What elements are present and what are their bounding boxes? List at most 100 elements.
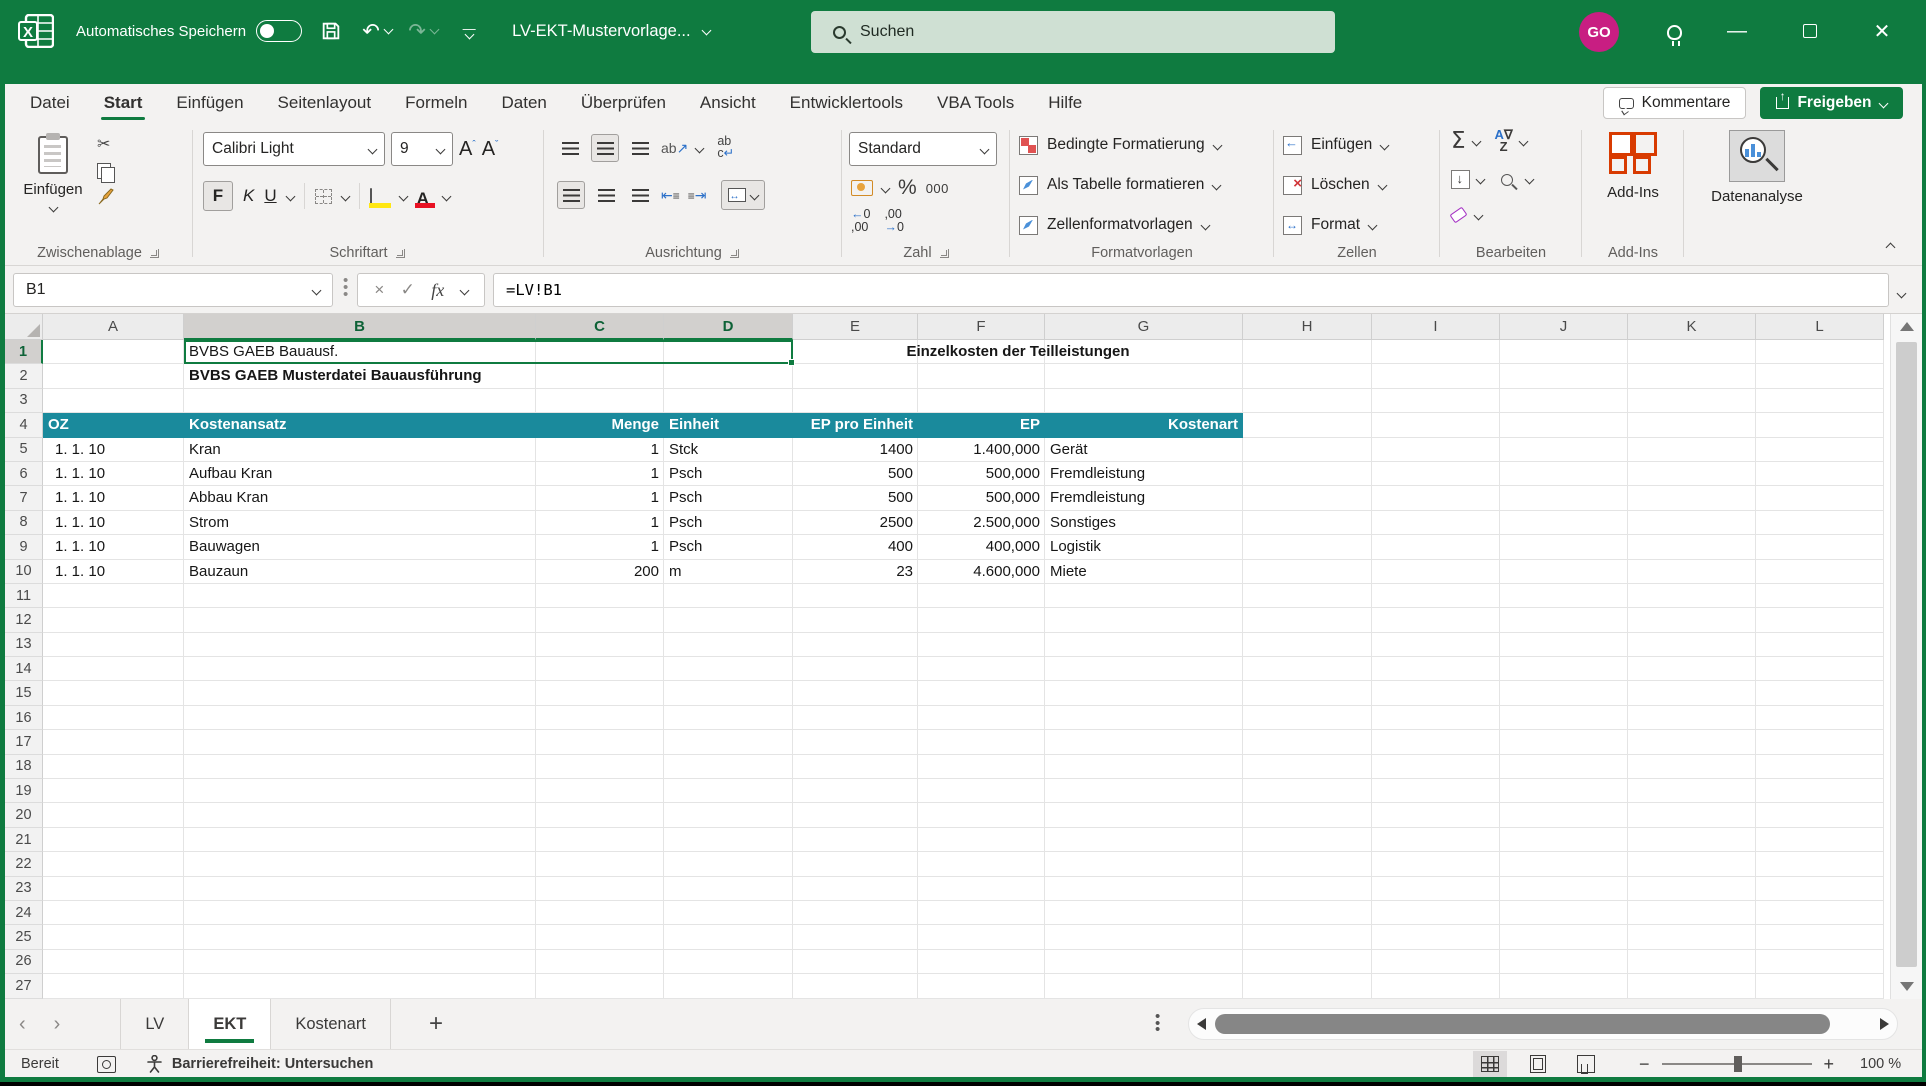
row-header-21[interactable]: 21 <box>5 827 43 853</box>
table-header-ep-pro-einheit[interactable]: EP pro Einheit <box>793 413 918 438</box>
row-header-20[interactable]: 20 <box>5 803 43 828</box>
table-cell-r7-D[interactable]: Psch <box>664 486 793 510</box>
currency-format-button[interactable] <box>851 180 873 196</box>
table-cell-r8-E[interactable]: 2500 <box>793 511 918 535</box>
autosave-toggle[interactable] <box>256 20 303 42</box>
bold-button[interactable]: F <box>203 181 233 211</box>
clear-button[interactable] <box>1449 206 1468 224</box>
table-cell-r5-E[interactable]: 1400 <box>793 438 918 462</box>
table-cell-r7-E[interactable]: 500 <box>793 486 918 510</box>
font-color-button[interactable]: A <box>414 189 435 208</box>
table-cell-r8-D[interactable]: Psch <box>664 511 793 535</box>
underline-chevron-icon[interactable] <box>285 191 296 201</box>
row-header-2[interactable]: 2 <box>5 364 43 389</box>
row-header-12[interactable]: 12 <box>5 608 43 633</box>
cell-e1-text[interactable]: Einzelkosten der Teilleistungen <box>793 340 1243 364</box>
page-break-view-button[interactable] <box>1569 1051 1603 1077</box>
menu-item-einfügen[interactable]: Einfügen <box>159 84 260 122</box>
scroll-right-icon[interactable] <box>1880 1018 1889 1030</box>
row-header-23[interactable]: 23 <box>5 876 43 901</box>
table-cell-r9-F[interactable]: 400,000 <box>918 535 1045 559</box>
active-cell-selection[interactable] <box>184 340 795 367</box>
fill-handle[interactable] <box>788 359 795 367</box>
table-cell-r7-C[interactable]: 1 <box>536 486 664 510</box>
row-header-17[interactable]: 17 <box>5 730 43 755</box>
font-dialog-launcher[interactable] <box>395 248 405 258</box>
lightbulb-icon[interactable] <box>1656 14 1692 50</box>
undo-chevron-icon[interactable] <box>383 24 394 34</box>
sheet-tab-ekt[interactable]: EKT <box>189 999 272 1049</box>
add-sheet-button[interactable]: + <box>429 1010 443 1038</box>
table-header-menge[interactable]: Menge <box>536 413 664 438</box>
decrease-indent-button[interactable]: ⇤≡ <box>661 187 680 204</box>
row-header-5[interactable]: 5 <box>5 437 43 462</box>
orientation-button[interactable]: ab↗ <box>661 140 688 157</box>
column-header-G[interactable]: G <box>1045 314 1243 340</box>
enter-formula-button[interactable]: ✓ <box>401 280 415 300</box>
orientation-chevron-icon[interactable] <box>694 143 705 153</box>
format-cells-button[interactable]: Format <box>1283 206 1378 244</box>
zoom-slider-handle[interactable] <box>1733 1056 1742 1072</box>
ribbon-collapse-button[interactable] <box>1885 238 1896 255</box>
clear-chevron-icon[interactable] <box>1473 210 1484 220</box>
align-bottom-button[interactable] <box>627 135 653 161</box>
fill-button[interactable] <box>1451 170 1470 189</box>
excel-app-icon[interactable]: X <box>18 14 54 48</box>
font-size-select[interactable]: 9 <box>391 132 453 166</box>
undo-button[interactable]: ↶ <box>360 14 394 48</box>
table-cell-r5-A[interactable]: 1. 1. 10 <box>43 438 184 462</box>
autosum-chevron-icon[interactable] <box>1471 136 1481 146</box>
table-cell-r5-F[interactable]: 1.400,000 <box>918 438 1045 462</box>
column-header-K[interactable]: K <box>1628 314 1756 340</box>
align-middle-button[interactable] <box>591 134 619 162</box>
row-header-11[interactable]: 11 <box>5 583 43 609</box>
close-button[interactable]: ✕ <box>1859 10 1905 52</box>
data-analysis-label[interactable]: Datenanalyse <box>1687 188 1827 205</box>
zoom-level[interactable]: 100 % <box>1860 1056 1901 1072</box>
name-box[interactable]: B1 <box>13 273 333 307</box>
table-cell-r5-D[interactable]: Stck <box>664 438 793 462</box>
align-top-button[interactable] <box>557 135 583 161</box>
data-analysis-button[interactable] <box>1729 130 1785 182</box>
table-cell-r9-E[interactable]: 400 <box>793 535 918 559</box>
sort-filter-chevron-icon[interactable] <box>1518 136 1529 146</box>
table-cell-r9-D[interactable]: Psch <box>664 535 793 559</box>
row-header-15[interactable]: 15 <box>5 681 43 706</box>
comments-button[interactable]: Kommentare <box>1603 87 1746 119</box>
page-layout-view-button[interactable] <box>1521 1051 1555 1077</box>
copy-button[interactable] <box>97 163 115 183</box>
table-cell-r6-A[interactable]: 1. 1. 10 <box>43 462 184 486</box>
row-header-18[interactable]: 18 <box>5 754 43 780</box>
fx-chevron-icon[interactable] <box>459 285 470 295</box>
table-cell-r6-D[interactable]: Psch <box>664 462 793 486</box>
select-all-corner[interactable] <box>5 314 43 340</box>
menu-item-hilfe[interactable]: Hilfe <box>1031 84 1099 122</box>
vertical-scroll-thumb[interactable] <box>1896 342 1917 967</box>
search-input[interactable]: Suchen <box>811 11 1335 53</box>
menu-item-daten[interactable]: Daten <box>484 84 563 122</box>
align-right-button[interactable] <box>627 182 653 208</box>
cancel-formula-button[interactable]: × <box>374 280 384 300</box>
table-cell-r5-C[interactable]: 1 <box>536 438 664 462</box>
thousands-format-button[interactable]: 000 <box>926 181 949 196</box>
decrease-decimal-button[interactable]: ,00 →0 <box>884 207 903 234</box>
table-cell-r6-F[interactable]: 500,000 <box>918 462 1045 486</box>
table-cell-r9-C[interactable]: 1 <box>536 535 664 559</box>
column-header-L[interactable]: L <box>1756 314 1884 340</box>
table-cell-r5-B[interactable]: Kran <box>184 438 536 462</box>
table-cell-r7-F[interactable]: 500,000 <box>918 486 1045 510</box>
table-cell-r7-B[interactable]: Abbau Kran <box>184 486 536 510</box>
increase-indent-button[interactable]: ≡⇥ <box>688 187 707 204</box>
column-header-D[interactable]: D <box>664 314 793 340</box>
table-cell-r10-D[interactable]: m <box>664 560 793 584</box>
number-dialog-launcher[interactable] <box>939 248 949 258</box>
menu-item-seitenlayout[interactable]: Seitenlayout <box>261 84 389 122</box>
menu-item-überprüfen[interactable]: Überprüfen <box>564 84 683 122</box>
format-painter-button[interactable] <box>97 188 115 206</box>
formula-input[interactable]: =LV!B1 <box>493 273 1889 307</box>
tab-scroll-right-button[interactable]: › <box>40 1013 75 1036</box>
menu-item-entwicklertools[interactable]: Entwicklertools <box>773 84 920 122</box>
scroll-left-icon[interactable] <box>1197 1018 1206 1030</box>
conditional-formatting-button[interactable]: Bedingte Formatierung <box>1019 126 1223 164</box>
format-as-table-button[interactable]: Als Tabelle formatieren <box>1019 166 1222 204</box>
